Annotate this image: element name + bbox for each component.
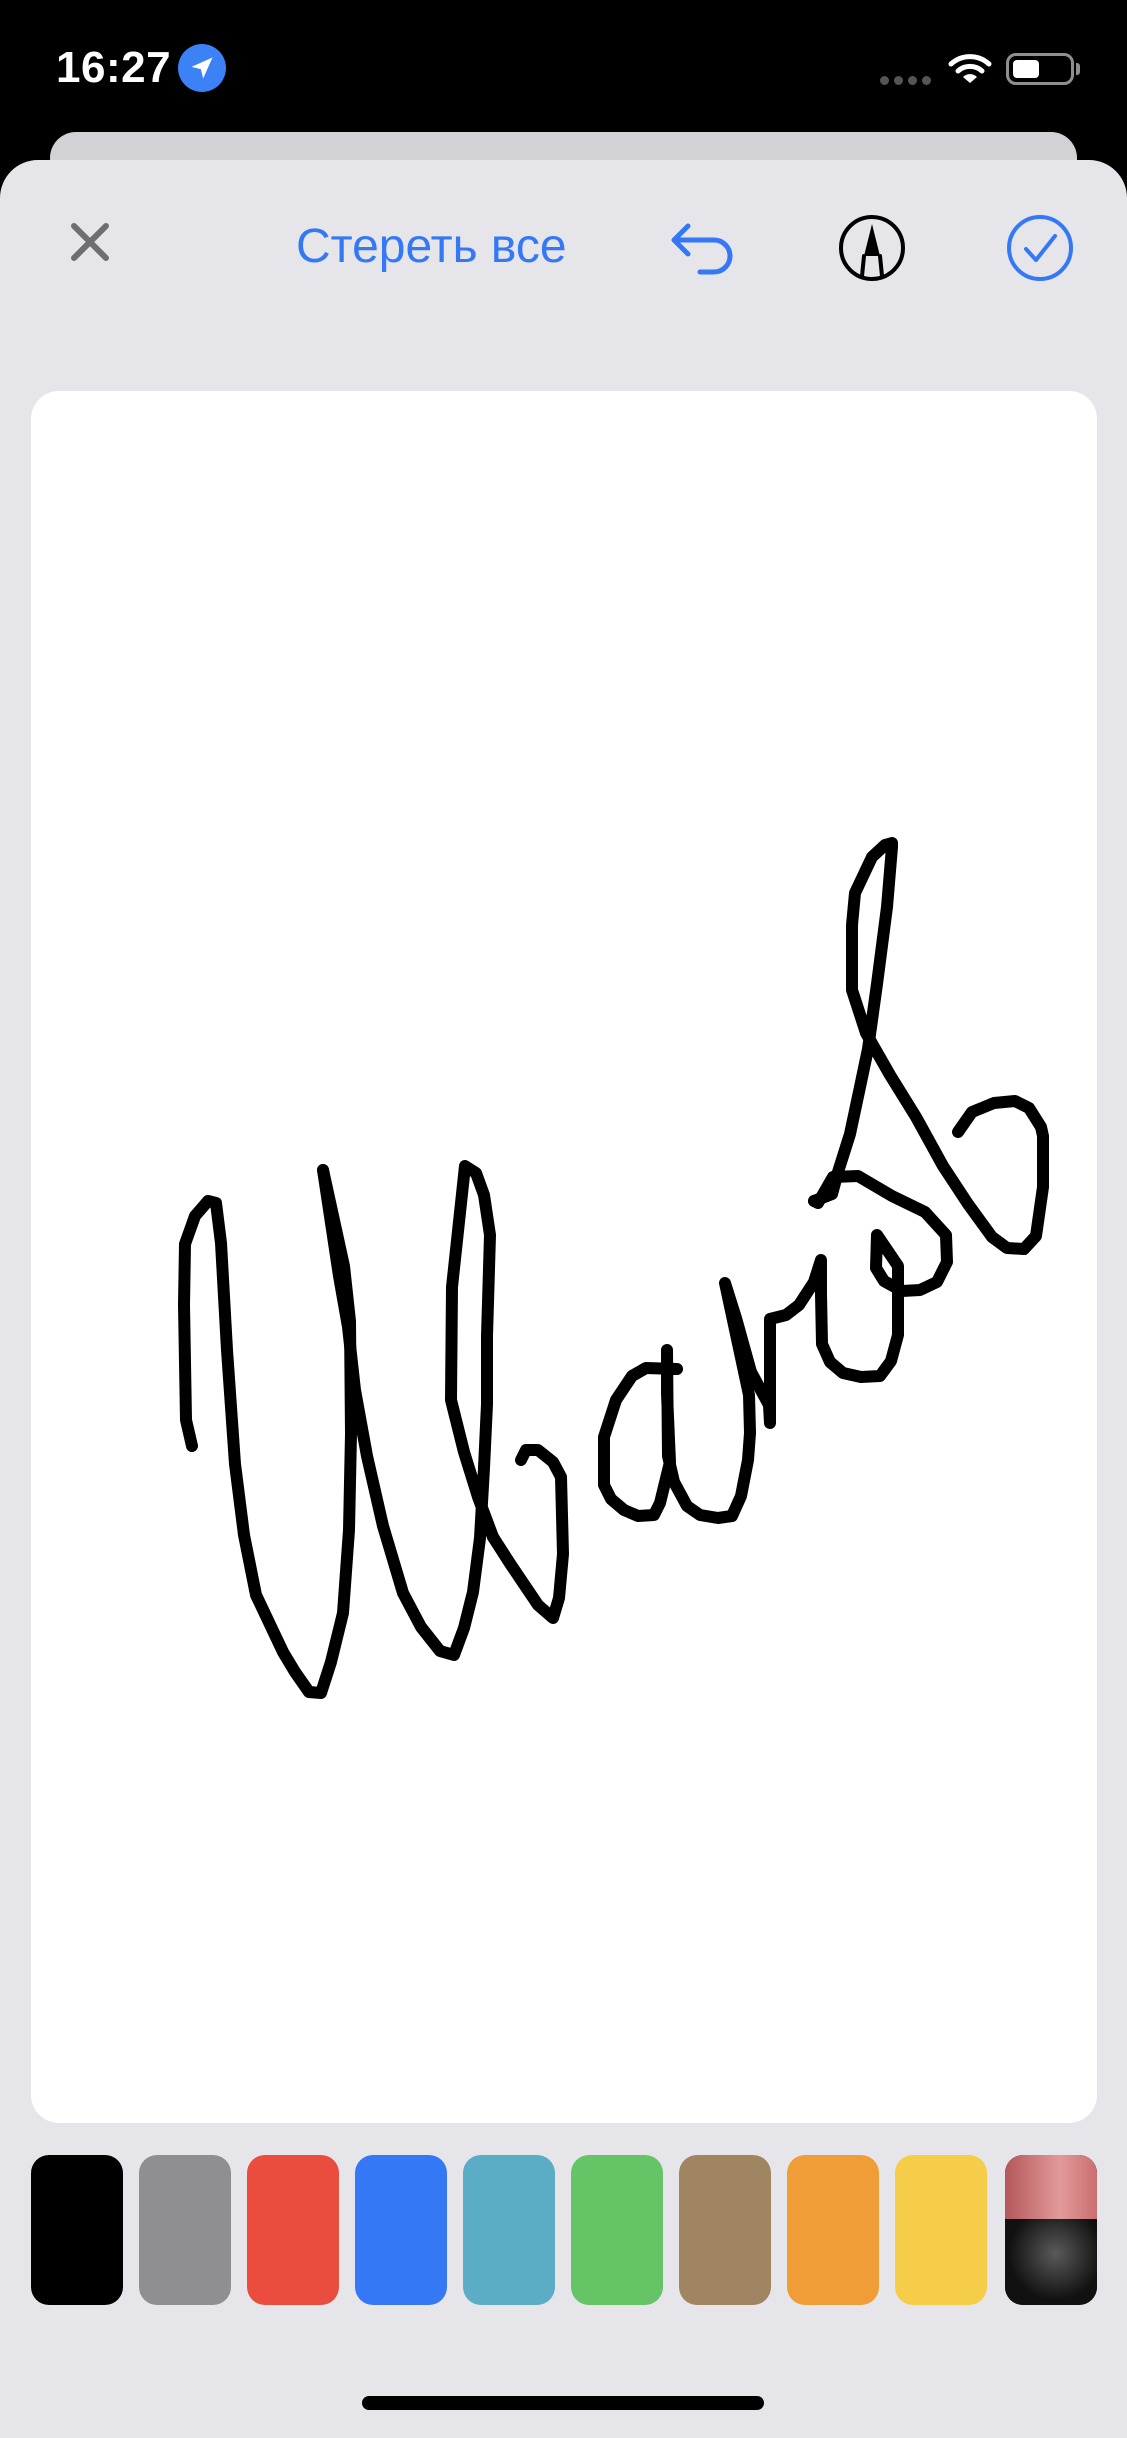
color-swatch-teal[interactable] (463, 2155, 555, 2305)
signature-stroke (719, 1170, 953, 1439)
status-time: 16:27 (56, 43, 172, 92)
close-icon (71, 223, 109, 261)
color-swatch-black[interactable] (31, 2155, 123, 2305)
color-swatch-brown[interactable] (679, 2155, 771, 2305)
cellular-dots-icon (880, 72, 936, 90)
pen-tool-icon (839, 215, 905, 281)
eraser-button[interactable] (1005, 2155, 1097, 2305)
done-button[interactable] (1004, 212, 1076, 284)
color-swatch-green[interactable] (571, 2155, 663, 2305)
color-swatch-blue[interactable] (355, 2155, 447, 2305)
checkmark-circle-icon (1007, 215, 1073, 281)
color-swatch-yellow[interactable] (895, 2155, 987, 2305)
battery-icon (1006, 53, 1074, 85)
close-button[interactable] (60, 212, 120, 272)
handwritten-signature (178, 837, 1049, 1699)
location-arrow-icon (178, 44, 226, 92)
home-indicator (362, 2396, 764, 2410)
color-palette (31, 2155, 1097, 2305)
color-swatch-gray[interactable] (139, 2155, 231, 2305)
clear-all-button[interactable]: Стереть все (296, 212, 567, 282)
eraser-icon (1005, 2155, 1097, 2219)
signature-canvas[interactable] (31, 391, 1097, 2123)
signature-stroke (808, 837, 1049, 1255)
color-swatch-red[interactable] (247, 2155, 339, 2305)
undo-icon (671, 223, 733, 275)
signature-stroke (598, 1344, 756, 1524)
status-bar: 16:27 (0, 0, 1127, 140)
undo-button[interactable] (668, 212, 740, 284)
signature-stroke (178, 1164, 357, 1699)
color-swatch-orange[interactable] (787, 2155, 879, 2305)
pen-tool-button[interactable] (836, 212, 908, 284)
wifi-icon (948, 52, 992, 91)
signature-stroke (487, 1444, 569, 1624)
battery-nub (1076, 63, 1080, 75)
eraser-body (1005, 2219, 1097, 2305)
